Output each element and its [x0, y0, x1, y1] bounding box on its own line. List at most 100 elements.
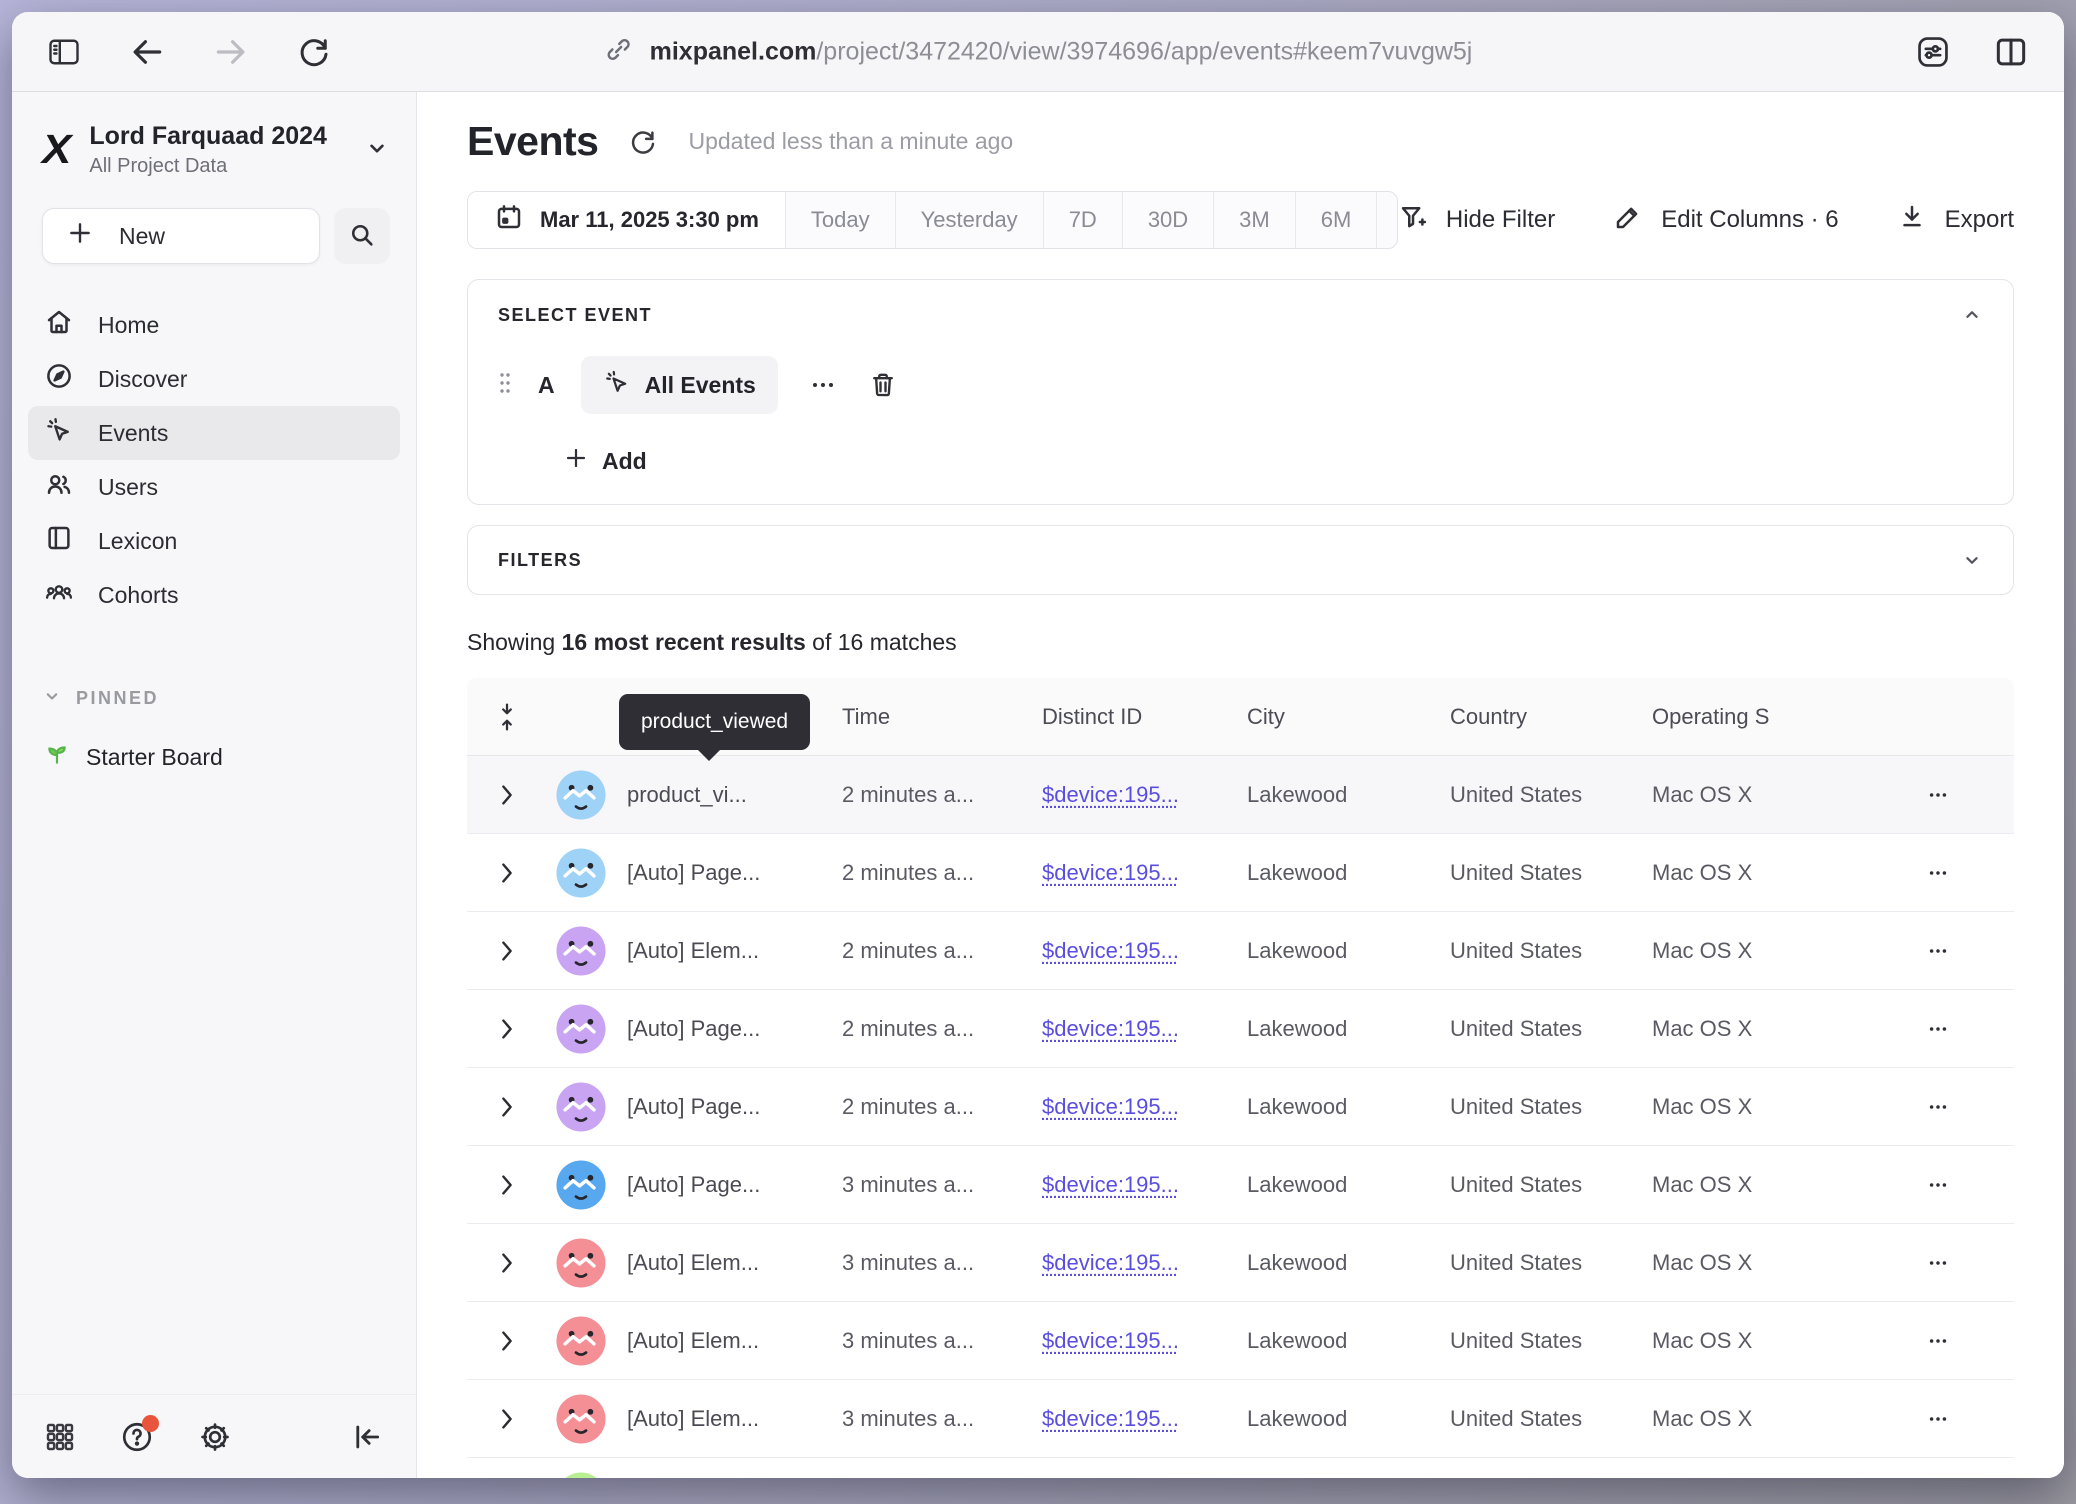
event-name-cell: [Auto] Page...: [627, 860, 842, 886]
column-header-os[interactable]: Operating S: [1652, 704, 1857, 730]
row-expand-icon[interactable]: [497, 1173, 517, 1197]
row-expand-icon[interactable]: [497, 783, 517, 807]
row-expand-icon[interactable]: [497, 1017, 517, 1041]
column-header-country[interactable]: Country: [1450, 704, 1652, 730]
sidebar-item-lexicon[interactable]: Lexicon: [28, 514, 400, 568]
column-header-city[interactable]: City: [1247, 704, 1450, 730]
table-row[interactable]: [Auto] Elem... 3 minutes a... $device:19…: [467, 1302, 2014, 1380]
row-actions-button[interactable]: [1920, 1097, 1956, 1117]
back-button[interactable]: [128, 33, 166, 71]
drag-handle-icon[interactable]: [498, 370, 512, 401]
refresh-icon[interactable]: [628, 127, 658, 157]
users-icon: [44, 469, 74, 505]
sidebar-item-home[interactable]: Home: [28, 298, 400, 352]
distinct-id-link[interactable]: $device:195...: [1042, 1016, 1179, 1041]
search-button[interactable]: [334, 208, 390, 264]
split-view-icon[interactable]: [1992, 33, 2030, 71]
row-actions-button[interactable]: [1920, 1175, 1956, 1195]
row-expand-icon[interactable]: [497, 1095, 517, 1119]
delete-event-icon[interactable]: [868, 370, 898, 400]
select-event-panel: SELECT EVENT A All Events: [467, 279, 2014, 505]
distinct-id-link[interactable]: $device:195...: [1042, 860, 1179, 885]
project-switcher[interactable]: X Lord Farquaad 2024 All Project Data: [42, 122, 390, 178]
row-expand-icon[interactable]: [497, 861, 517, 885]
main-content: Events Updated less than a minute ago Ma…: [417, 92, 2064, 1478]
row-actions-button[interactable]: [1920, 1253, 1956, 1273]
collapse-sidebar-icon[interactable]: [350, 1420, 384, 1454]
row-expand-icon[interactable]: [497, 1251, 517, 1275]
apps-grid-icon[interactable]: [44, 1421, 76, 1453]
sidebar-item-label: Home: [98, 312, 159, 339]
event-avatar: [555, 1237, 607, 1289]
edit-columns-button[interactable]: Edit Columns · 6: [1613, 202, 1838, 239]
home-icon: [44, 307, 74, 343]
row-actions-button[interactable]: [1920, 863, 1956, 883]
event-options-button[interactable]: [804, 374, 842, 396]
events-cursor-icon: [44, 415, 74, 451]
distinct-id-link[interactable]: $device:195...: [1042, 1172, 1179, 1197]
table-row[interactable]: product_vi... 2 minutes a... $device:195…: [467, 756, 2014, 834]
event-avatar: [555, 1471, 607, 1479]
notification-badge: [142, 1415, 159, 1432]
row-actions-button[interactable]: [1920, 1409, 1956, 1429]
distinct-id-link[interactable]: $device:195...: [1042, 782, 1179, 807]
select-event-title: SELECT EVENT: [498, 305, 652, 326]
all-events-chip[interactable]: All Events: [581, 356, 778, 414]
sidebar-toggle-icon[interactable]: [46, 34, 82, 70]
range-30d[interactable]: 30D: [1122, 192, 1213, 248]
pinned-item-label: Starter Board: [86, 744, 223, 771]
table-row[interactable]: [Auto] Page... 2 minutes a... $device:19…: [467, 990, 2014, 1068]
date-picker[interactable]: Mar 11, 2025 3:30 pm: [468, 192, 785, 248]
page-settings-icon[interactable]: [1914, 33, 1952, 71]
forward-button[interactable]: [212, 33, 250, 71]
row-expand-icon[interactable]: [497, 1329, 517, 1353]
address-bar[interactable]: mixpanel.com/project/3472420/view/397469…: [604, 34, 1473, 69]
row-actions-button[interactable]: [1920, 785, 1956, 805]
row-expand-icon[interactable]: [497, 1407, 517, 1431]
event-avatar: [555, 1393, 607, 1445]
row-actions-button[interactable]: [1920, 1019, 1956, 1039]
distinct-id-link[interactable]: $device:195...: [1042, 1406, 1179, 1431]
hide-filter-button[interactable]: Hide Filter: [1398, 202, 1555, 239]
distinct-id-link[interactable]: $device:195...: [1042, 1250, 1179, 1275]
column-header-distinct-id[interactable]: Distinct ID: [1042, 704, 1247, 730]
reload-button[interactable]: [296, 34, 332, 70]
table-row[interactable]: [Auto] Page... 2 minutes a... $device:19…: [467, 1068, 2014, 1146]
row-actions-button[interactable]: [1920, 1331, 1956, 1351]
table-row[interactable]: [Auto] Page... 3 minutes a... $device:19…: [467, 1146, 2014, 1224]
sidebar-item-starter-board[interactable]: Starter Board: [44, 741, 386, 773]
range-12m[interactable]: 12M: [1376, 192, 1398, 248]
help-button[interactable]: [120, 1420, 154, 1454]
distinct-id-link[interactable]: $device:195...: [1042, 1328, 1179, 1353]
sidebar-item-discover[interactable]: Discover: [28, 352, 400, 406]
distinct-id-link[interactable]: $device:195...: [1042, 938, 1179, 963]
settings-gear-icon[interactable]: [198, 1420, 232, 1454]
export-button[interactable]: Export: [1897, 202, 2014, 239]
range-yesterday[interactable]: Yesterday: [895, 192, 1043, 248]
table-row[interactable]: [Auto] Elem... 2 minutes a... $device:19…: [467, 912, 2014, 990]
sidebar-item-cohorts[interactable]: Cohorts: [28, 568, 400, 622]
column-header-time[interactable]: Time: [842, 704, 1042, 730]
table-row[interactable]: [Auto] Page... 2 minutes a... $device:19…: [467, 834, 2014, 912]
range-3m[interactable]: 3M: [1213, 192, 1295, 248]
sidebar-item-label: Events: [98, 420, 168, 447]
event-name-cell: [Auto] Elem...: [627, 1328, 842, 1354]
sidebar-item-events[interactable]: Events: [28, 406, 400, 460]
range-6m[interactable]: 6M: [1295, 192, 1377, 248]
distinct-id-link[interactable]: $device:195...: [1042, 1094, 1179, 1119]
row-expand-icon[interactable]: [497, 939, 517, 963]
table-row[interactable]: [Auto] Elem... 3 minutes a... $device:19…: [467, 1380, 2014, 1458]
range-today[interactable]: Today: [785, 192, 895, 248]
collapse-panel-icon[interactable]: [1961, 304, 1983, 326]
table-row[interactable]: [Auto] Elem... 4 minutes a... $device:19…: [467, 1458, 2014, 1478]
city-cell: Lakewood: [1247, 782, 1450, 808]
row-actions-button[interactable]: [1920, 941, 1956, 961]
range-7d[interactable]: 7D: [1043, 192, 1122, 248]
new-button[interactable]: New: [42, 208, 320, 264]
collapse-rows-icon[interactable]: [494, 702, 520, 732]
add-event-button[interactable]: Add: [564, 446, 1983, 476]
table-row[interactable]: [Auto] Elem... 3 minutes a... $device:19…: [467, 1224, 2014, 1302]
sidebar-item-users[interactable]: Users: [28, 460, 400, 514]
pinned-section-header[interactable]: PINNED: [42, 686, 386, 711]
expand-panel-icon[interactable]: [1961, 549, 1983, 571]
